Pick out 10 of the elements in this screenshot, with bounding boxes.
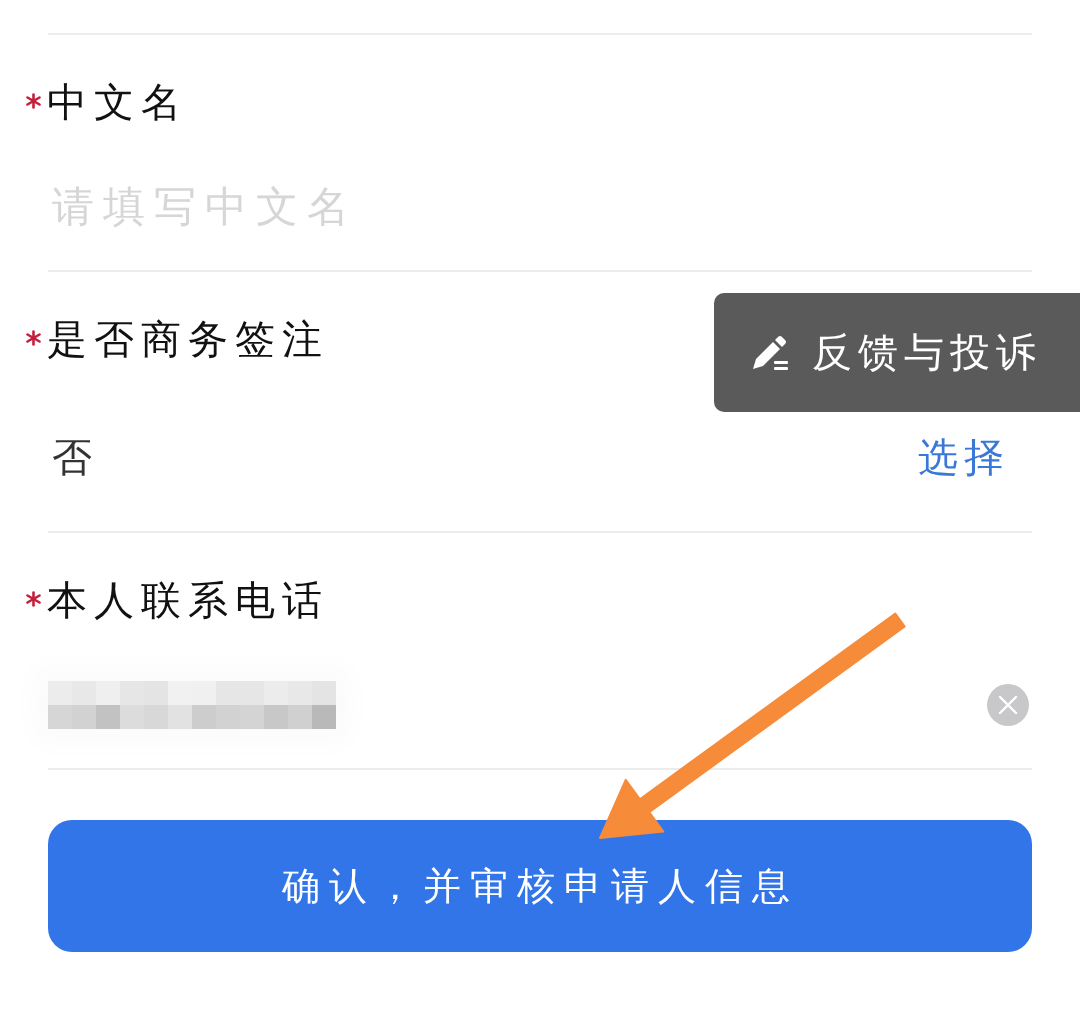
clear-button[interactable] (987, 684, 1029, 726)
field-label: 是否商务签注 (47, 318, 329, 362)
field-label: 中文名 (47, 81, 188, 125)
choose-link[interactable]: 选择 (918, 433, 1010, 483)
close-icon (998, 695, 1018, 715)
selected-value: 否 (51, 434, 92, 482)
pencil-icon (750, 333, 790, 372)
submit-button[interactable]: 确认，并审核申请人信息 (48, 820, 1032, 952)
feedback-button[interactable]: 反馈与投诉 (714, 293, 1080, 412)
field-label: 本人联系电话 (47, 579, 329, 623)
